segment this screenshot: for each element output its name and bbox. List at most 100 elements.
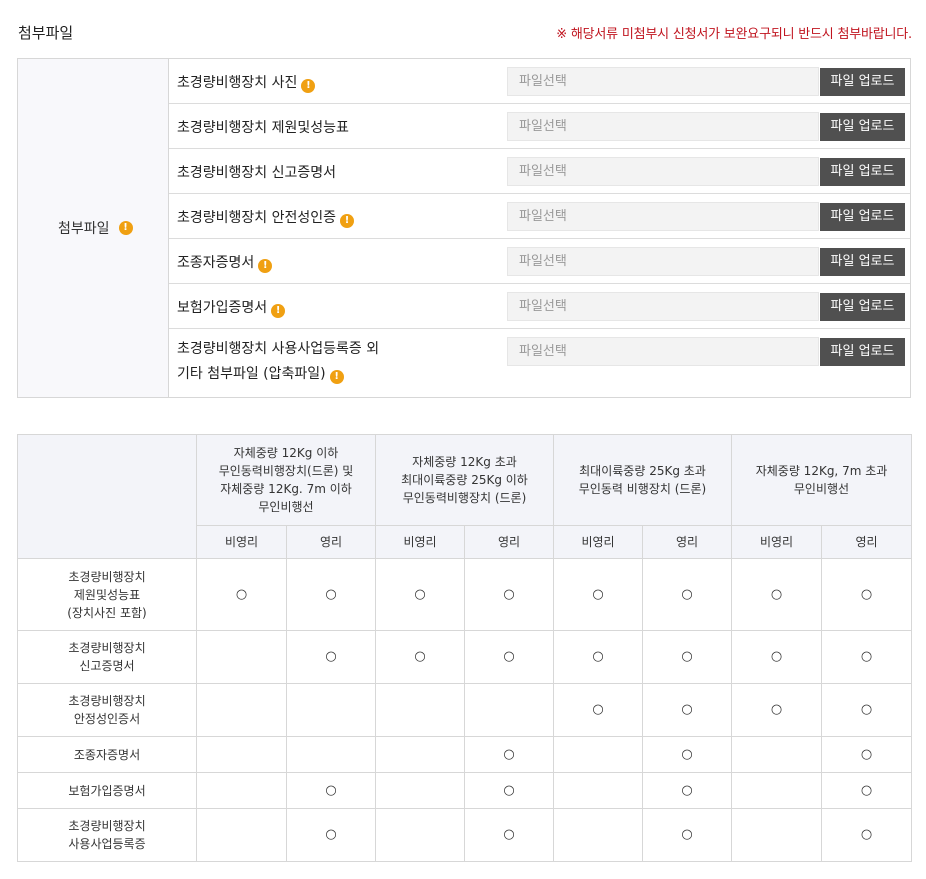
matrix-group-header-line: 무인비행선 <box>258 500 314 514</box>
attachment-row-label-text: 초경량비행장치 신고증명서 <box>177 165 337 181</box>
matrix-row-label-line: 조종자증명서 <box>73 747 141 762</box>
matrix-row-label-line: 사용사업등록증 <box>68 837 146 851</box>
file-select-field[interactable]: 파일선택 <box>507 67 819 96</box>
attachment-row-label-line: 기타 첨부파일 (압축파일)! <box>177 362 437 387</box>
matrix-cell: ○ <box>642 630 732 684</box>
matrix-cell: ○ <box>464 630 554 684</box>
file-upload-button[interactable]: 파일 업로드 <box>820 158 905 186</box>
required-mark: ○ <box>592 702 604 717</box>
matrix-row-label-line: 제원및성능표 <box>73 587 141 602</box>
file-upload-button[interactable]: 파일 업로드 <box>820 338 905 366</box>
file-upload-button[interactable]: 파일 업로드 <box>820 293 905 321</box>
attachment-row: 초경량비행장치 사진! 파일선택 파일 업로드 <box>169 59 910 104</box>
matrix-row: 보험가입증명서 ○ ○ ○ ○ <box>17 772 912 809</box>
matrix-cell: ○ <box>375 630 465 684</box>
matrix-group-header-line: 자체중량 12Kg 초과 <box>412 455 517 469</box>
warning-icon: ! <box>301 79 316 93</box>
matrix-group-header: 자체중량 12Kg 이하 무인동력비행장치(드론) 및 자체중량 12Kg. 7m … <box>196 434 376 526</box>
required-mark: ○ <box>592 649 604 664</box>
matrix-cell: ○ <box>731 558 822 631</box>
matrix-cell: ○ <box>286 558 376 631</box>
required-mark: ○ <box>592 586 604 602</box>
matrix-row-label-line: 초경량비행장치 <box>68 569 146 584</box>
file-select-field[interactable]: 파일선택 <box>507 337 819 366</box>
matrix-cell: ○ <box>196 558 287 631</box>
matrix-row: 초경량비행장치 사용사업등록증 ○ ○ ○ ○ <box>17 808 912 862</box>
required-mark: ○ <box>860 827 873 842</box>
required-mark: ○ <box>681 702 693 717</box>
required-mark: ○ <box>325 649 337 664</box>
matrix-row-label-line: 신고증명서 <box>79 659 135 673</box>
warning-icon: ! <box>258 259 273 273</box>
matrix-cell: ○ <box>731 630 822 684</box>
file-upload-button[interactable]: 파일 업로드 <box>820 68 905 96</box>
file-select-field[interactable]: 파일선택 <box>507 157 819 186</box>
required-mark: ○ <box>503 649 515 664</box>
required-mark: ○ <box>325 782 337 798</box>
matrix-cell <box>286 683 376 737</box>
matrix-cell: ○ <box>286 772 376 809</box>
matrix-group-header-line: 자체중량 12Kg. 7m 이하 <box>220 482 352 496</box>
matrix-cell <box>553 772 643 809</box>
matrix-cell: ○ <box>642 683 732 737</box>
attachment-row-label: 초경량비행장치 제원및성능표 <box>177 116 349 141</box>
file-upload-button[interactable]: 파일 업로드 <box>820 248 905 276</box>
attachment-row-label-text: 초경량비행장치 제원및성능표 <box>177 120 349 136</box>
required-mark: ○ <box>325 827 337 842</box>
requirement-matrix: 자체중량 12Kg 이하 무인동력비행장치(드론) 및 자체중량 12Kg. 7m … <box>17 434 912 862</box>
matrix-row-label: 초경량비행장치 제원및성능표 (장치사진 포함) <box>17 558 197 631</box>
warning-icon: ! <box>118 221 133 235</box>
attachment-row-label: 초경량비행장치 사진! <box>177 71 316 96</box>
attachment-row-label-text: 초경량비행장치 사진 <box>177 75 298 91</box>
file-select-field[interactable]: 파일선택 <box>507 247 819 276</box>
required-notice: ※ 해당서류 미첨부시 신청서가 보완요구되니 반드시 첨부바랍니다. <box>556 27 912 42</box>
matrix-row-label-line: 초경량비행장치 <box>68 819 146 833</box>
required-mark: ○ <box>860 586 873 602</box>
matrix-cell: ○ <box>464 558 554 631</box>
matrix-cell <box>375 683 465 737</box>
attachment-row: 초경량비행장치 제원및성능표 파일선택 파일 업로드 <box>169 104 910 149</box>
attachment-label-text: 첨부파일 <box>58 221 110 237</box>
matrix-corner-cell <box>17 434 197 559</box>
attachment-row-label: 초경량비행장치 신고증명서 <box>177 161 336 186</box>
matrix-cell: ○ <box>464 772 554 809</box>
matrix-cell <box>731 772 822 809</box>
matrix-row: 조종자증명서 ○ ○ ○ <box>17 736 912 773</box>
required-mark: ○ <box>681 586 693 602</box>
matrix-cell: ○ <box>464 736 554 773</box>
matrix-row-label-line: 초경량비행장치 <box>68 694 146 708</box>
attachment-row-label: 초경량비행장치 사용사업등록증 외기타 첨부파일 (압축파일)! <box>177 337 437 387</box>
matrix-row-label-line: 초경량비행장치 <box>68 641 146 655</box>
matrix-cell <box>553 808 643 862</box>
matrix-cell: ○ <box>821 683 912 737</box>
matrix-subheader: 비영리 <box>375 525 465 559</box>
required-mark: ○ <box>503 827 515 842</box>
matrix-cell <box>375 736 465 773</box>
file-select-field[interactable]: 파일선택 <box>507 292 819 321</box>
matrix-subheader: 영리 <box>821 525 912 559</box>
file-select-field[interactable]: 파일선택 <box>507 112 819 141</box>
attachment-label-cell: 첨부파일 ! <box>18 59 169 397</box>
attachment-row: 보험가입증명서! 파일선택 파일 업로드 <box>169 284 910 329</box>
attachment-table: 첨부파일 ! 초경량비행장치 사진! 파일선택 파일 업로드 초경량비행장치 제원및성… <box>17 58 911 398</box>
matrix-row-label: 초경량비행장치 안정성인증서 <box>17 683 197 737</box>
required-mark: ○ <box>414 649 426 664</box>
matrix-row: 초경량비행장치 안정성인증서 ○ ○ ○ ○ <box>17 683 912 737</box>
matrix-cell <box>196 772 287 809</box>
matrix-group-header-line: 자체중량 12Kg 이하 <box>233 446 339 460</box>
matrix-subheader: 비영리 <box>196 525 287 559</box>
attachment-row-label: 초경량비행장치 안전성인증! <box>177 206 355 231</box>
file-upload-button[interactable]: 파일 업로드 <box>820 113 905 141</box>
attachment-row-label-line: 초경량비행장치 사용사업등록증 외 <box>177 341 380 357</box>
file-select-field[interactable]: 파일선택 <box>507 202 819 231</box>
matrix-cell <box>196 630 287 684</box>
attachment-row-label-text: 보험가입증명서 <box>177 300 268 316</box>
matrix-cell: ○ <box>464 808 554 862</box>
section-header: 첨부파일 ※ 해당서류 미첨부시 신청서가 보완요구되니 반드시 첨부바랍니다. <box>18 18 912 46</box>
attachment-row-label-text: 조종자증명서 <box>177 255 255 271</box>
matrix-cell <box>553 736 643 773</box>
matrix-group-header-line: 무인동력 비행장치 (드론) <box>578 482 707 496</box>
file-upload-button[interactable]: 파일 업로드 <box>820 203 905 231</box>
required-mark: ○ <box>860 782 873 798</box>
matrix-group-header: 자체중량 12Kg 초과 최대이륙중량 25Kg 이하 무인동력비행장치 (드론) <box>375 434 554 526</box>
